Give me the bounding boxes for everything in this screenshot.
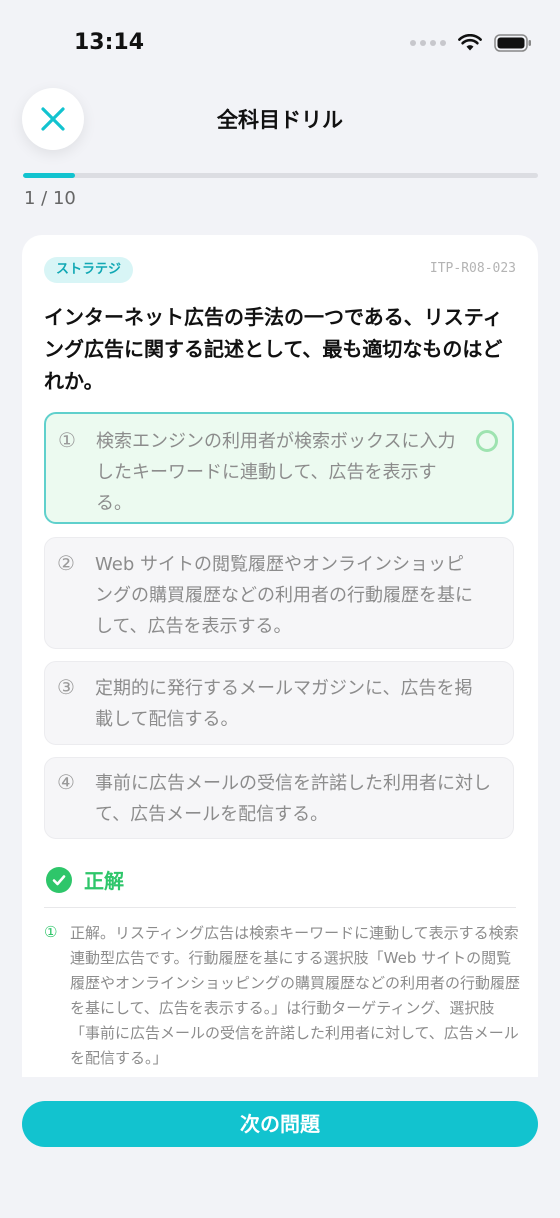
question-id: ITP-R08-023 <box>429 261 516 276</box>
divider <box>44 907 516 908</box>
next-question-button[interactable]: 次の問題 <box>22 1101 538 1147</box>
result-label: 正解 <box>84 869 124 893</box>
option-number: ② <box>57 551 75 575</box>
bottom-bar: 次の問題 <box>0 1077 560 1218</box>
header: 全科目ドリル <box>0 88 560 150</box>
status-icons <box>410 34 532 52</box>
page-title: 全科目ドリル <box>217 108 343 132</box>
selected-radio-icon <box>476 430 498 452</box>
answer-option-2[interactable]: ② Web サイトの閲覧履歴やオンラインショッピングの購買履歴などの利用者の行動… <box>44 537 514 649</box>
option-text: 検索エンジンの利用者が検索ボックスに入力したキーワードに連動して、広告を表示する… <box>96 431 456 514</box>
progress-bar <box>23 173 538 178</box>
wifi-icon <box>458 34 482 51</box>
option-text: Web サイトの閲覧履歴やオンラインショッピングの購買履歴などの利用者の行動履歴… <box>95 554 473 637</box>
explanation-number: ① <box>44 923 58 941</box>
battery-icon <box>494 34 531 52</box>
status-bar: 13:14 <box>0 0 560 90</box>
question-card: ストラテジ ITP-R08-023 インターネット広告の手法の一つである、リステ… <box>22 235 538 1135</box>
check-icon <box>46 866 72 893</box>
option-number: ① <box>58 428 76 452</box>
progress-label: 1 / 10 <box>24 188 76 209</box>
answer-option-4[interactable]: ④ 事前に広告メールの受信を許諾した利用者に対して、広告メールを配信する。 <box>44 757 514 839</box>
option-number: ④ <box>57 770 75 794</box>
option-number: ③ <box>57 675 75 699</box>
answer-option-3[interactable]: ③ 定期的に発行するメールマガジンに、広告を掲載して配信する。 <box>44 661 514 745</box>
option-text: 事前に広告メールの受信を許諾した利用者に対して、広告メールを配信する。 <box>95 773 491 825</box>
result-indicator: 正解 <box>46 865 124 894</box>
category-badge: ストラテジ <box>44 257 134 283</box>
status-time: 13:14 <box>74 30 145 55</box>
explanation-text: 正解。リスティング広告は検索キーワードに連動して表示する検索連動型広告です。行動… <box>70 924 521 1067</box>
option-text: 定期的に発行するメールマガジンに、広告を掲載して配信する。 <box>95 678 473 730</box>
question-text: インターネット広告の手法の一つである、リスティング広告に関する記述として、最も適… <box>44 305 503 393</box>
signal-icon <box>410 40 446 46</box>
answer-option-1[interactable]: ① 検索エンジンの利用者が検索ボックスに入力したキーワードに連動して、広告を表示… <box>44 412 514 524</box>
progress-fill <box>23 173 75 178</box>
